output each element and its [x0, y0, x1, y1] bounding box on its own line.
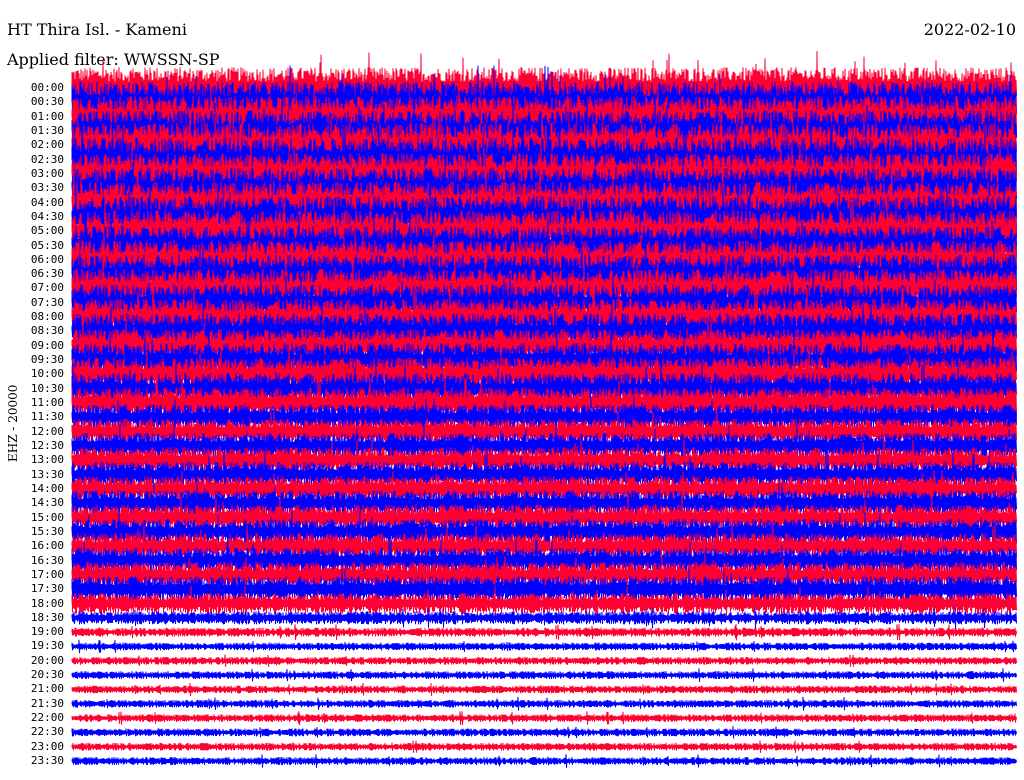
trace-row-1900 [71, 623, 1017, 641]
trace-row-2100 [71, 682, 1017, 696]
trace-row-2130 [71, 696, 1017, 711]
trace-row-2200 [71, 711, 1017, 726]
trace-row-2230 [71, 726, 1017, 739]
trace-row-2330 [71, 754, 1017, 768]
trace-row-2030 [71, 668, 1017, 682]
trace-row-2300 [71, 740, 1017, 753]
trace-row-2000 [71, 654, 1017, 667]
helicorder-plot [71, 50, 1017, 768]
trace-row-1930 [71, 639, 1017, 654]
